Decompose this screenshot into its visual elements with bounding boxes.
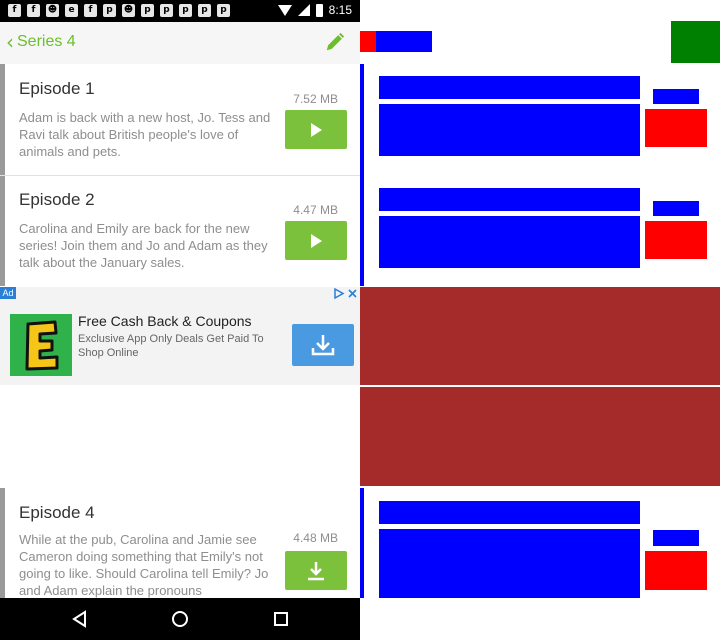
navigation-bar <box>0 598 360 640</box>
episode-item[interactable]: Episode 2 Carolina and Emily are back fo… <box>0 176 360 286</box>
annotation-block-indicator <box>360 64 364 286</box>
episode-size: 4.47 MB <box>293 203 338 217</box>
episode-description: Carolina and Emily are back for the new … <box>19 221 268 270</box>
ad-banner[interactable]: Ad Free Cash Back & Coupons Exclusive Ap… <box>0 287 360 385</box>
status-bar: f f ☻ e f p ☻ p p p p p 8:15 <box>0 0 360 22</box>
page-title: Series 4 <box>17 33 76 50</box>
ad-app-logo <box>10 314 72 376</box>
episode-size: 4.48 MB <box>293 531 338 545</box>
ad-download-button[interactable] <box>292 324 354 366</box>
annotation-block-ad <box>360 387 720 486</box>
annotation-block-description <box>379 104 640 156</box>
annotation-block-description <box>379 216 640 268</box>
facebook-icon: f <box>84 4 97 17</box>
recents-nav-icon[interactable] <box>271 609 291 629</box>
pinterest-icon: p <box>217 4 230 17</box>
annotation-block-size <box>653 201 699 216</box>
annotation-block-title <box>379 76 640 99</box>
game-icon: ☻ <box>46 4 59 17</box>
annotation-block-back <box>360 31 376 52</box>
episode-item[interactable]: Episode 1 Adam is back with a new host, … <box>0 64 360 175</box>
back-button[interactable]: ‹ Series 4 <box>6 31 76 53</box>
play-button[interactable] <box>285 110 347 149</box>
annotation-block-title <box>379 501 640 524</box>
play-icon <box>311 122 322 137</box>
episode-indicator <box>0 64 5 175</box>
facebook-icon: f <box>8 4 21 17</box>
annotation-block-description <box>379 529 640 598</box>
annotation-block-button <box>645 551 707 590</box>
status-right: 8:15 <box>277 3 352 17</box>
episode-size: 7.52 MB <box>293 92 338 106</box>
close-icon[interactable] <box>347 288 358 299</box>
layout-annotation <box>360 0 720 640</box>
annotation-block-title <box>379 188 640 211</box>
back-nav-icon[interactable] <box>70 609 90 629</box>
notification-icons: f f ☻ e f p ☻ p p p p p <box>8 4 230 17</box>
adchoices-icon[interactable] <box>333 288 345 299</box>
ad-badge: Ad <box>0 287 16 299</box>
episode-description: While at the pub, Carolina and Jamie see… <box>19 532 269 598</box>
home-nav-icon[interactable] <box>170 609 190 629</box>
pinterest-icon: p <box>141 4 154 17</box>
game-icon: ☻ <box>122 4 135 17</box>
annotation-block-size <box>653 89 699 104</box>
pinterest-icon: p <box>179 4 192 17</box>
episode-item[interactable]: Episode 4 While at the pub, Carolina and… <box>0 488 360 598</box>
ad-text: Exclusive App Only Deals Get Paid To Sho… <box>78 333 264 359</box>
annotation-block-indicator <box>360 488 364 598</box>
phone-screen: f f ☻ e f p ☻ p p p p p 8:15 ‹ Series 4 <box>0 0 360 640</box>
episode-title: Episode 4 <box>19 503 95 522</box>
ad-choices[interactable] <box>333 288 358 299</box>
download-icon <box>308 561 324 580</box>
episode-description: Adam is back with a new host, Jo. Tess a… <box>19 110 271 159</box>
ad-logo-graphic <box>25 320 59 371</box>
episode-indicator <box>0 176 5 286</box>
signal-icon <box>297 4 310 16</box>
pinterest-icon: p <box>160 4 173 17</box>
clock: 8:15 <box>328 3 352 17</box>
episode-title: Episode 1 <box>19 79 95 98</box>
episode-indicator <box>0 488 5 598</box>
facebook-icon: f <box>27 4 40 17</box>
annotation-block-button <box>645 109 707 147</box>
wifi-icon <box>277 4 292 16</box>
app-bar: ‹ Series 4 <box>0 22 360 64</box>
ad-title: Free Cash Back & Coupons <box>78 313 252 329</box>
play-icon <box>311 233 322 248</box>
episode-title: Episode 2 <box>19 190 95 209</box>
annotation-block-ad <box>360 287 720 385</box>
download-icon <box>311 335 335 356</box>
annotation-block-button <box>645 221 707 259</box>
annotation-block-size <box>653 530 699 546</box>
battery-icon <box>315 3 323 17</box>
annotation-block-title <box>376 31 432 52</box>
pencil-icon[interactable] <box>324 31 346 53</box>
pinterest-icon: p <box>198 4 211 17</box>
download-button[interactable] <box>285 551 347 590</box>
play-button[interactable] <box>285 221 347 260</box>
annotation-block-edit <box>671 21 720 63</box>
pinterest-icon: p <box>103 4 116 17</box>
chevron-left-icon: ‹ <box>6 30 14 54</box>
esc-icon: e <box>65 4 78 17</box>
